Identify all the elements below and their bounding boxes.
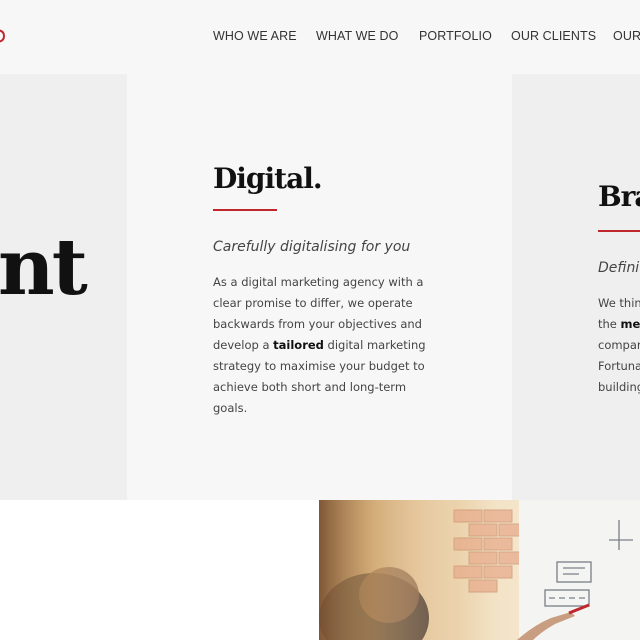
team-photo [319,500,640,640]
nav-item-our[interactable]: OUR [613,29,640,43]
digital-panel: Digital. Carefully digitalising for you … [127,74,512,500]
heading-underline [598,230,640,232]
site-header: WHO WE ARE WHAT WE DO PORTFOLIO OUR CLIE… [0,0,640,74]
digital-description: As a digital marketing agency with a cle… [213,275,426,415]
digital-tagline: Carefully digitalising for you [213,239,411,255]
emphasis-tailored: tailored [273,338,324,352]
nav-item-portfolio[interactable]: PORTFOLIO [419,29,492,43]
brand-description: We thin the me compar Fortuna building [598,296,640,394]
digital-heading: Digital. [213,162,323,195]
brand-panel: Bra Defini We thin the me compar Fortuna… [512,74,640,500]
bottom-spacer [0,500,319,640]
left-panel-heading: nt [0,222,88,313]
nav-item-what-we-do[interactable]: WHAT WE DO [316,29,398,43]
nav-item-who-we-are[interactable]: WHO WE ARE [213,29,297,43]
team-photo-illustration [319,500,640,640]
left-panel: nt [0,74,127,500]
main-nav: WHO WE ARE WHAT WE DO PORTFOLIO OUR CLIE… [0,29,640,47]
brand-heading: Bra [598,180,640,213]
brand-tagline: Defini [598,260,640,276]
nav-item-our-clients[interactable]: OUR CLIENTS [511,29,596,43]
heading-underline [213,209,277,211]
